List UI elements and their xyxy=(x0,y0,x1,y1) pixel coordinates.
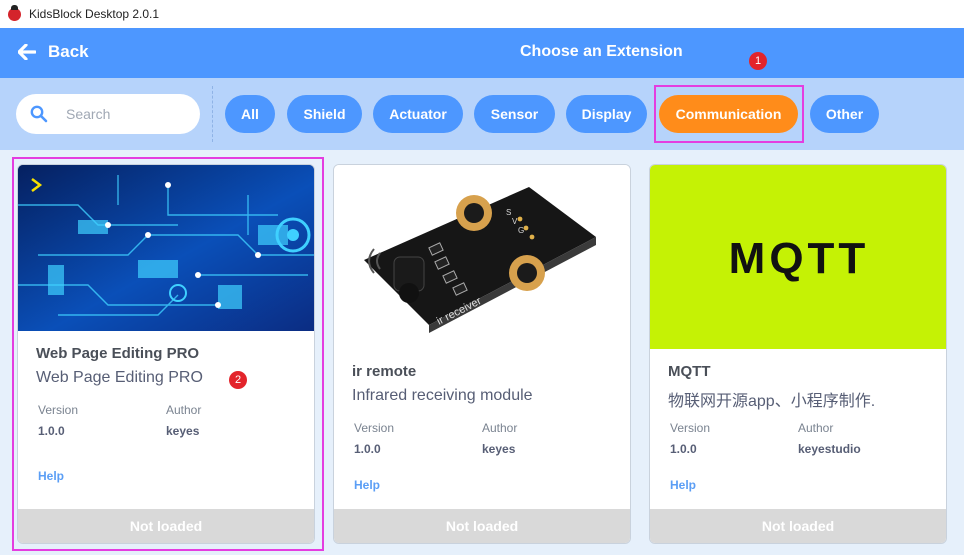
author-label: Author xyxy=(482,421,518,435)
version-label: Version xyxy=(354,421,395,435)
tag-other[interactable]: Other xyxy=(810,95,879,133)
mqtt-logo-image: MQTT xyxy=(650,165,946,349)
extension-description: Infrared receiving module xyxy=(352,387,533,404)
tag-sensor[interactable]: Sensor xyxy=(474,95,555,133)
web-page-circuit-image xyxy=(18,165,314,331)
tag-communication[interactable]: Communication xyxy=(659,95,798,133)
load-status: Not loaded xyxy=(650,509,946,543)
author-label: Author xyxy=(798,421,834,435)
pin-label-s: S xyxy=(506,208,511,217)
extension-card-web-page-editing[interactable]: Web Page Editing PRO Web Page Editing PR… xyxy=(17,164,315,544)
ladybug-app-icon xyxy=(8,4,21,21)
mqtt-logo-text: MQTT xyxy=(729,234,870,283)
version-value: 1.0.0 xyxy=(38,424,65,438)
author-value: keyes xyxy=(166,424,200,438)
back-button[interactable]: Back xyxy=(18,42,89,62)
annotation-badge-2: 2 xyxy=(229,371,247,389)
extension-name: MQTT xyxy=(668,363,711,380)
extension-description: Web Page Editing PRO xyxy=(36,369,203,386)
author-value: keyes xyxy=(482,442,516,456)
window-titlebar: KidsBlock Desktop 2.0.1 xyxy=(0,0,964,28)
pin-label-g: G xyxy=(518,226,524,235)
help-link[interactable]: Help xyxy=(354,478,380,492)
ir-receiver-image: S V G ir receiver xyxy=(334,165,630,349)
header: Back Choose an Extension xyxy=(0,28,964,78)
version-label: Version xyxy=(38,403,79,417)
version-label: Version xyxy=(670,421,711,435)
extension-name: ir remote xyxy=(352,363,417,380)
help-link[interactable]: Help xyxy=(670,478,696,492)
help-link[interactable]: Help xyxy=(38,469,64,483)
search-input[interactable] xyxy=(66,106,186,122)
load-status: Not loaded xyxy=(334,509,630,543)
tag-all[interactable]: All xyxy=(225,95,275,133)
author-label: Author xyxy=(166,403,202,417)
window-title: KidsBlock Desktop 2.0.1 xyxy=(29,7,160,21)
tag-shield[interactable]: Shield xyxy=(287,95,362,133)
arrow-left-icon xyxy=(18,44,36,60)
search-box[interactable] xyxy=(16,94,200,134)
search-icon xyxy=(30,105,48,123)
extension-card-ir-remote[interactable]: S V G ir receiver ir remote Infrared rec… xyxy=(333,164,631,544)
tag-display[interactable]: Display xyxy=(566,95,647,133)
filter-bar: All Shield Actuator Sensor Display Commu… xyxy=(0,78,964,150)
load-status: Not loaded xyxy=(18,509,314,543)
extension-description: 物联网开源app、小程序制作. xyxy=(668,393,876,410)
extension-name: Web Page Editing PRO xyxy=(36,345,200,362)
annotation-badge-1: 1 xyxy=(749,52,767,70)
version-value: 1.0.0 xyxy=(670,442,697,456)
filter-divider xyxy=(212,86,213,142)
extension-card-mqtt[interactable]: MQTT MQTT 物联网开源app、小程序制作. Version Author… xyxy=(649,164,947,544)
author-value: keyestudio xyxy=(798,442,861,456)
back-label: Back xyxy=(48,42,89,61)
page-title: Choose an Extension xyxy=(520,43,683,60)
tag-actuator[interactable]: Actuator xyxy=(373,95,463,133)
pin-label-v: V xyxy=(512,217,518,226)
version-value: 1.0.0 xyxy=(354,442,381,456)
